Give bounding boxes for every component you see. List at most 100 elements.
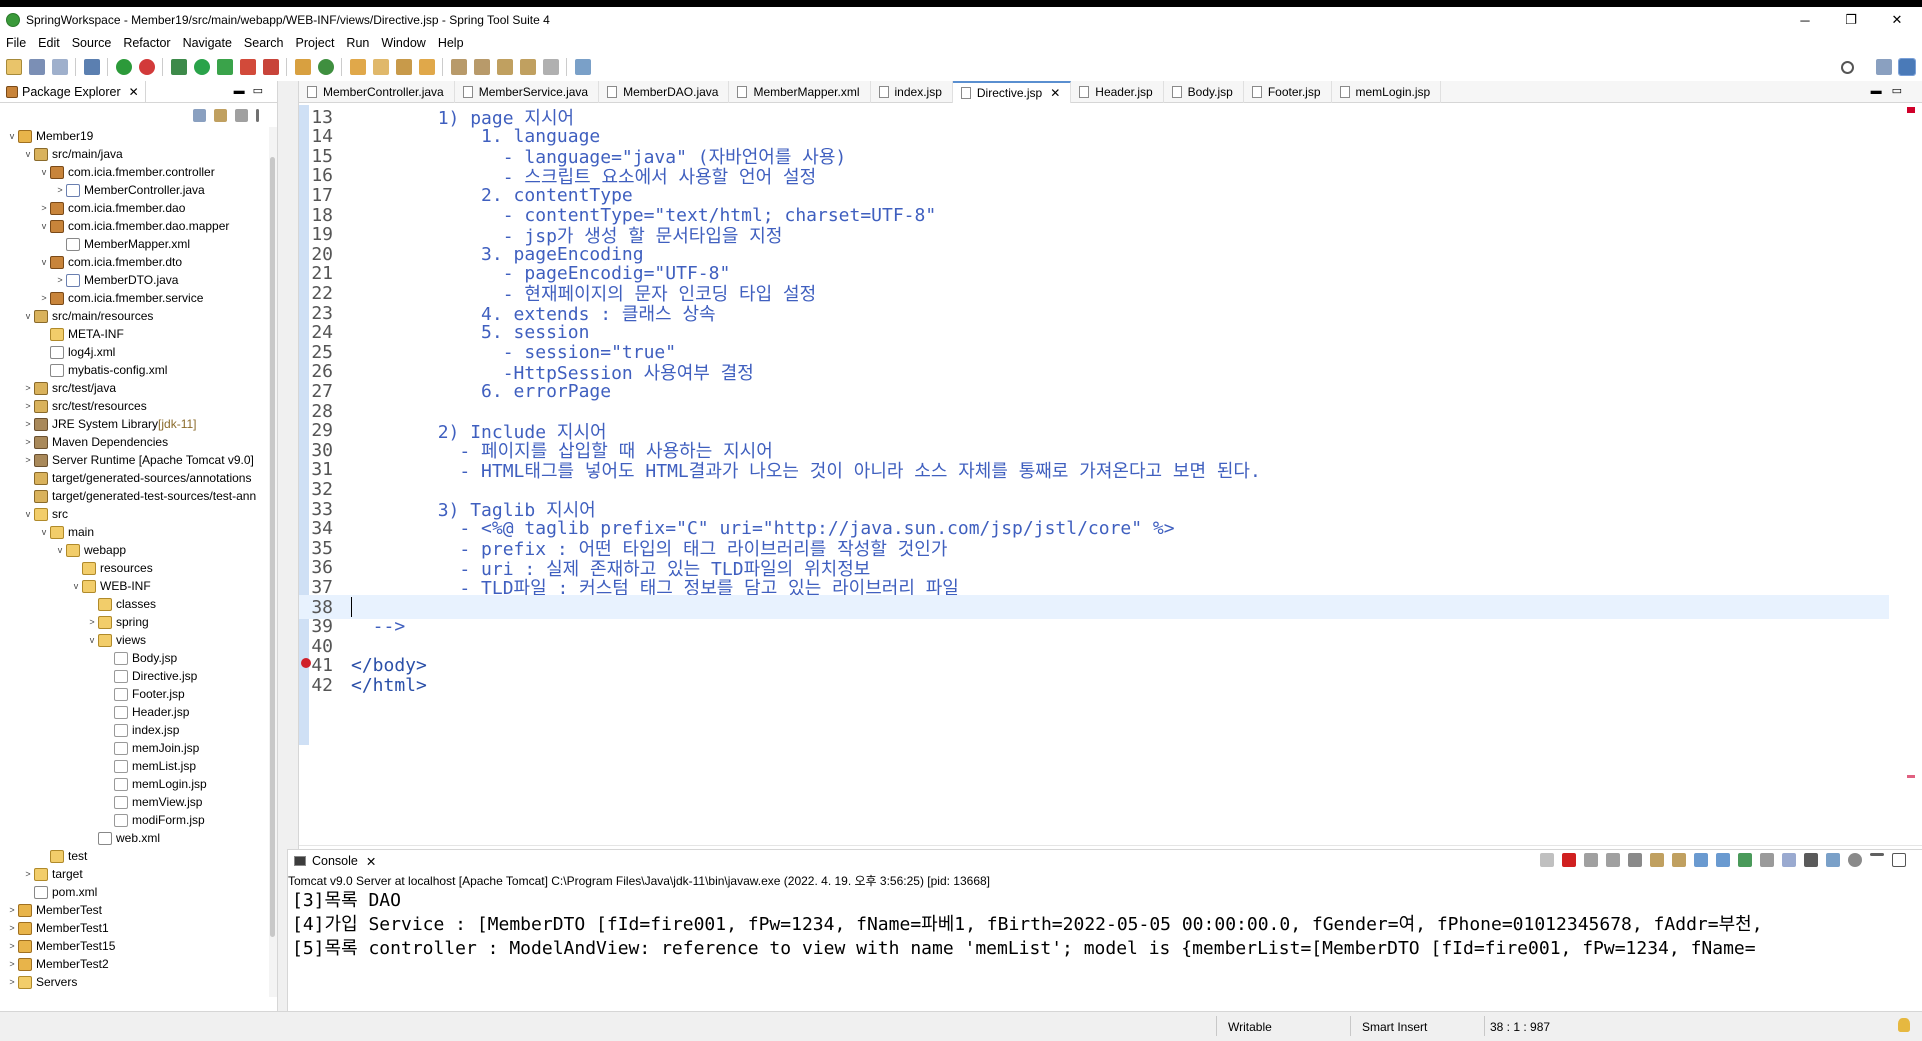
expanded-arrow-icon[interactable]: v [22,311,34,321]
tree-item[interactable]: memView.jsp [102,793,202,811]
show-stdout-icon[interactable] [1694,853,1708,867]
collapsed-arrow-icon[interactable]: > [6,923,18,933]
tips-lightbulb-icon[interactable] [1898,1018,1910,1032]
collapsed-arrow-icon[interactable]: > [22,401,34,411]
editor-tab[interactable]: Directive.jsp ✕ [952,80,1072,103]
debug-icon[interactable] [171,59,187,75]
package-explorer-scrollbar[interactable] [269,127,277,997]
collapse-all-icon[interactable] [193,108,206,122]
java-ee-perspective-icon[interactable] [1898,58,1916,76]
overview-ruler[interactable] [1904,105,1918,835]
new-class-icon[interactable] [318,59,334,75]
tree-item[interactable]: > MemberDTO.java [54,271,178,289]
tree-item[interactable]: > JRE System Library [jdk-11] [22,415,196,433]
menu-help[interactable]: Help [438,36,464,50]
collapsed-arrow-icon[interactable]: > [22,419,34,429]
collapsed-arrow-icon[interactable]: > [6,959,18,969]
open-perspective-icon[interactable] [1876,59,1892,75]
search-icon[interactable] [1841,60,1854,74]
collapsed-arrow-icon[interactable]: > [86,617,98,627]
menu-source[interactable]: Source [72,36,112,50]
tree-item[interactable]: > MemberTest2 [6,955,108,973]
menu-run[interactable]: Run [346,36,369,50]
tree-item[interactable]: > Maven Dependencies [22,433,168,451]
tree-item[interactable]: Header.jsp [102,703,189,721]
link-with-editor-icon[interactable] [214,108,227,122]
tree-item[interactable]: > Servers [6,973,77,991]
editor-tab[interactable]: index.jsp [871,80,953,103]
collapsed-arrow-icon[interactable]: > [22,383,34,393]
open-console-icon[interactable] [1782,853,1796,867]
tree-item[interactable]: MemberMapper.xml [54,235,190,253]
expanded-arrow-icon[interactable]: v [22,509,34,519]
tree-item[interactable]: > MemberTest [6,901,102,919]
console-menu-icon[interactable] [1804,853,1818,867]
tree-item[interactable]: Body.jsp [102,649,177,667]
terminate-console-icon[interactable] [1562,853,1576,867]
forward-icon[interactable] [543,59,559,75]
display-console-icon[interactable] [1760,853,1774,867]
editor-tab[interactable]: Header.jsp [1071,80,1164,103]
annotation-marker[interactable] [1907,775,1915,778]
collapsed-arrow-icon[interactable]: > [38,293,50,303]
gear-icon[interactable] [1848,853,1862,867]
tree-item[interactable]: memJoin.jsp [102,739,199,757]
folder-open-icon[interactable] [419,59,435,75]
expanded-arrow-icon[interactable]: v [38,257,50,267]
tree-item[interactable]: classes [86,595,156,613]
scroll-lock-icon[interactable] [1650,853,1664,867]
editor-tab[interactable]: Body.jsp [1164,80,1244,103]
tree-item[interactable]: v webapp [54,541,126,559]
tree-item[interactable]: > target [22,865,82,883]
menu-edit[interactable]: Edit [38,36,60,50]
tree-item[interactable]: v src [22,505,68,523]
tree-item[interactable]: v views [86,631,146,649]
prev-annotation-icon[interactable] [474,59,490,75]
tree-item[interactable]: log4j.xml [38,343,115,361]
tree-item[interactable]: index.jsp [102,721,179,739]
clear-console-icon[interactable] [1628,853,1642,867]
tree-item[interactable]: v main [38,523,94,541]
collapsed-arrow-icon[interactable]: > [22,455,34,465]
tree-item[interactable]: META-INF [38,325,124,343]
error-marker-icon[interactable] [1907,107,1915,113]
tree-item[interactable]: > spring [86,613,148,631]
tree-item[interactable]: Footer.jsp [102,685,185,703]
tree-item[interactable]: pom.xml [22,883,97,901]
minimize-view-icon[interactable] [1870,853,1884,856]
tree-item[interactable]: target/generated-sources/annotations [22,469,251,487]
remove-launch-icon[interactable] [1584,853,1598,867]
tree-item[interactable]: v Member19 [6,127,94,145]
close-button[interactable]: ✕ [1874,7,1920,33]
tree-item[interactable]: modiForm.jsp [102,811,205,829]
editor-tab[interactable]: MemberService.java [455,80,600,103]
tree-item[interactable]: test [38,847,87,865]
save-icon[interactable] [29,59,45,75]
collapsed-arrow-icon[interactable]: > [22,869,34,879]
open-type-icon[interactable] [350,59,366,75]
view-menu-icon[interactable] [256,108,259,122]
tree-item[interactable]: > src/test/java [22,379,116,397]
link-console-icon[interactable] [1826,853,1840,867]
open-resource-icon[interactable] [373,59,389,75]
code-line[interactable]: 42 </html> [299,673,1889,697]
tree-item[interactable]: v WEB-INF [70,577,151,595]
menu-file[interactable]: File [6,36,26,50]
expanded-arrow-icon[interactable]: v [38,167,50,177]
tree-item[interactable]: v src/main/java [22,145,123,163]
tree-item[interactable]: Directive.jsp [102,667,197,685]
tree-item[interactable]: v com.icia.fmember.dao.mapper [38,217,230,235]
menu-window[interactable]: Window [381,36,425,50]
maximize-view-icon[interactable] [1892,853,1906,867]
menu-search[interactable]: Search [244,36,284,50]
tree-item[interactable]: resources [70,559,153,577]
menu-refactor[interactable]: Refactor [123,36,170,50]
collapsed-arrow-icon[interactable]: > [6,941,18,951]
tree-item[interactable]: memList.jsp [102,757,196,775]
console-output[interactable]: [3]목록 DAO [4]가입 Service : [MemberDTO [fId… [288,889,1922,961]
run-external-icon[interactable] [217,59,233,75]
new-package-icon[interactable] [295,59,311,75]
editor-tab[interactable]: MemberController.java [299,80,455,103]
expanded-arrow-icon[interactable]: v [54,545,66,555]
show-stderr-icon[interactable] [1716,853,1730,867]
